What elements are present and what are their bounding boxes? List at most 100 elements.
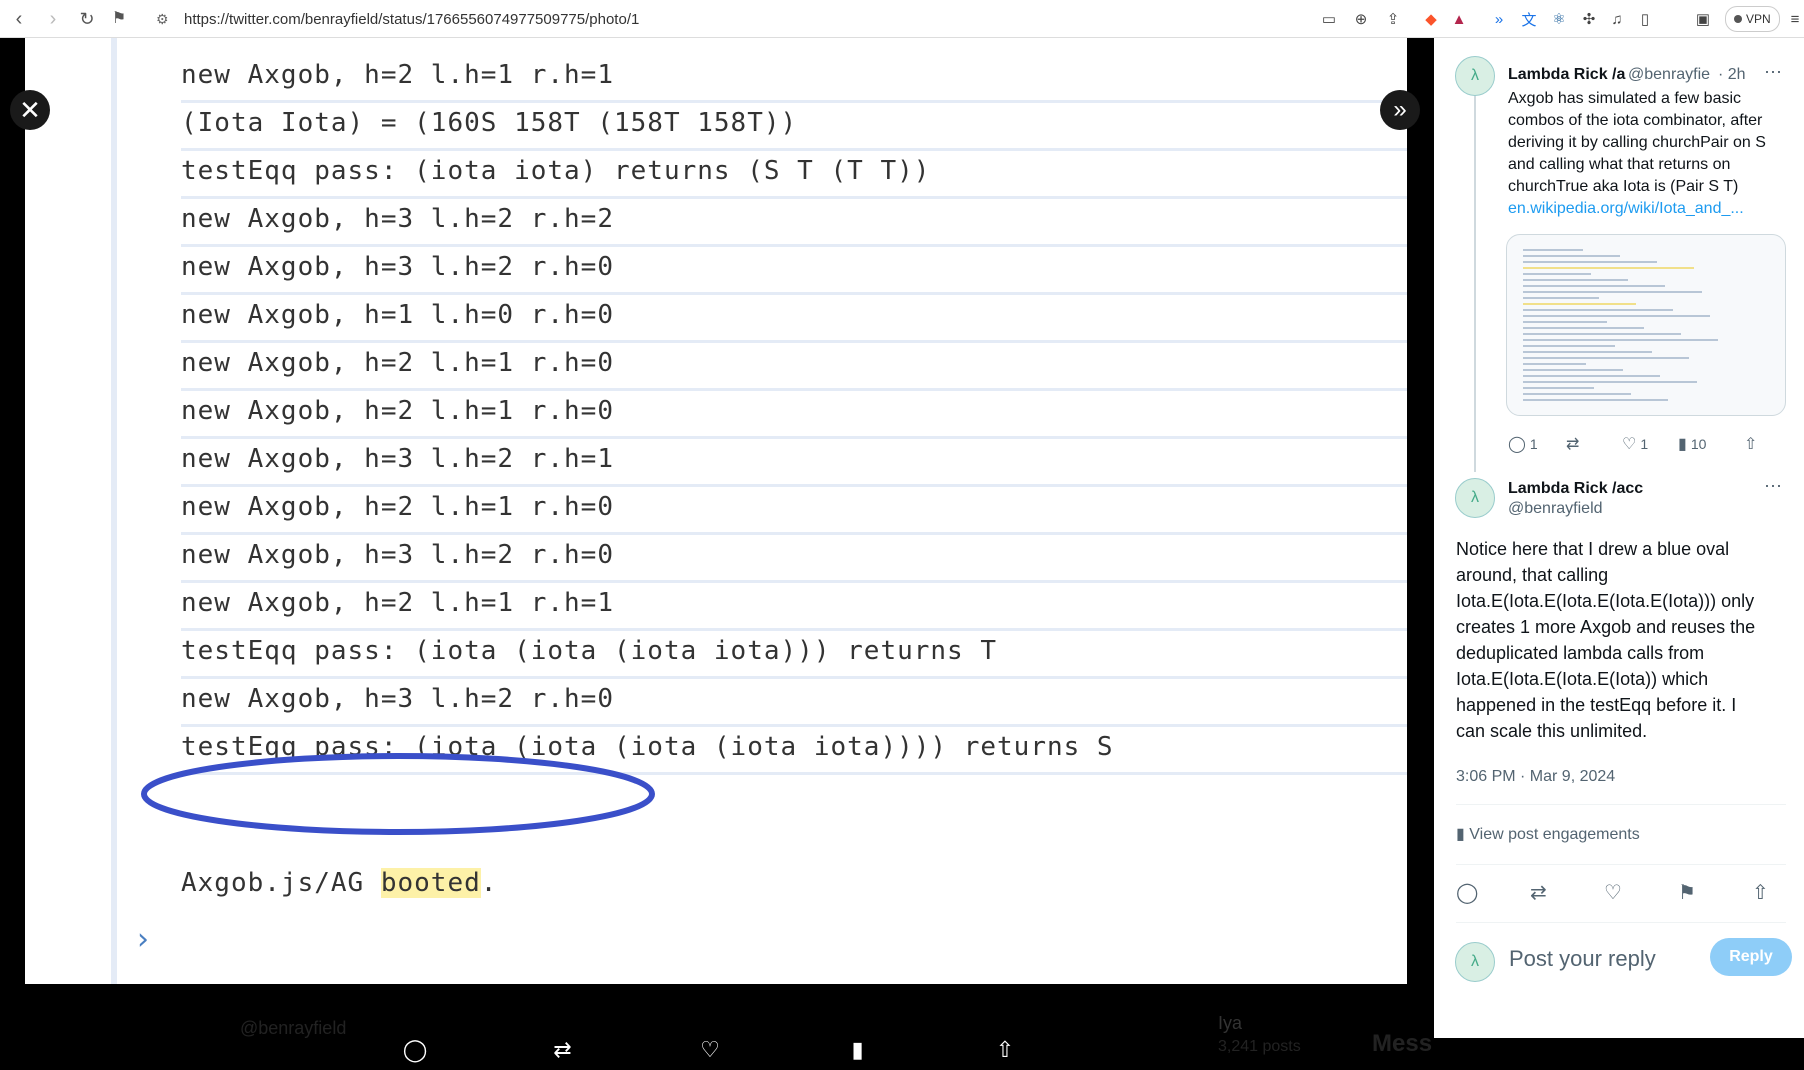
console-log-line: (Iota Iota) = (160S 158T (158T 158T)) [181,108,798,138]
wikipedia-link[interactable]: en.wikipedia.org/wiki/Iota_and_... [1508,198,1798,220]
share-icon[interactable]: ⇧ [1752,880,1769,905]
bookmark-icon[interactable]: ⚑ [106,6,132,32]
back-icon[interactable]: ‹ [6,6,32,32]
address-bar[interactable]: ⚙ https://twitter.com/benrayfield/status… [148,5,1298,33]
background-posts: 3,241 posts [1218,1038,1301,1055]
parent-author-name[interactable]: Lambda Rick /ac [1508,66,1626,84]
photo-action-bar: ◯ ⇄ ♡ ▮ ⇧ [400,1030,1020,1070]
share-icon: ⇧ [1744,436,1758,453]
main-text-line: happened in the testEqq before it. I [1456,695,1737,715]
react-devtools-icon[interactable]: ⚛ [1548,8,1570,30]
console-separator [181,196,1407,199]
close-icon[interactable]: ✕ [10,90,50,130]
views-icon[interactable]: ▮ [843,1037,873,1063]
like-icon[interactable]: ♡ [1604,880,1622,905]
thumbnail-row [1523,309,1673,311]
booted-suffix: . [480,868,498,898]
parent-like-stat[interactable]: ♡ 1 [1622,434,1648,454]
parent-text-line: combos of the iota combinator, after [1508,112,1763,129]
site-settings-icon[interactable]: ⚙ [156,11,169,28]
console-separator [181,724,1407,727]
retweet-icon[interactable]: ⇄ [1530,880,1547,905]
parent-author-handle[interactable]: @benrayfie [1628,66,1710,84]
console-separator [181,148,1407,151]
parent-views-stat[interactable]: ▮ 10 [1678,434,1706,454]
console-gutter [111,38,117,984]
console-separator [181,580,1407,583]
console-log-line: new Axgob, h=2 l.h=1 r.h=1 [181,60,614,90]
photo-viewer: new Axgob, h=2 l.h=1 r.h=1 (Iota Iota) = … [0,38,1434,1062]
console-log-line: new Axgob, h=3 l.h=2 r.h=0 [181,540,614,570]
thumbnail-row [1523,297,1599,299]
view-engagements-link[interactable]: ▮ View post engagements [1456,824,1640,844]
divider [1456,804,1786,805]
main-text-line: Notice here that I drew a blue oval [1456,539,1730,559]
vpn-button[interactable]: VPN [1725,6,1780,32]
parent-text-line: Axgob has simulated a few basic [1508,90,1742,107]
thumbnail-row [1523,333,1681,335]
share-icon[interactable]: ⇧ [990,1037,1020,1063]
reply-input[interactable]: Post your reply [1509,946,1656,972]
retweet-icon[interactable]: ⇄ [548,1037,578,1063]
console-log-line: new Axgob, h=2 l.h=1 r.h=0 [181,396,614,426]
main-text-line: deduplicated lambda calls from [1456,643,1705,663]
menu-icon[interactable]: ≡ [1784,8,1804,30]
background-messages: Mess [1372,1030,1433,1057]
brave-rewards-icon[interactable]: ▲ [1448,8,1470,30]
zoom-icon[interactable]: ⊕ [1350,8,1372,30]
thumbnail-row [1523,315,1710,317]
main-text-line: creates 1 more Axgob and reuses the [1456,617,1756,637]
reload-icon[interactable]: ↻ [74,6,100,32]
extension-icon[interactable]: » [1488,8,1510,30]
parent-reply-stat[interactable]: ◯ 1 [1508,434,1538,454]
bookmark-icon[interactable]: ⚑ [1678,880,1696,905]
reply-icon[interactable]: ◯ [1456,880,1478,905]
console-separator [181,676,1407,679]
post-timestamp[interactable]: 3:06 PM · Mar 9, 2024 [1456,768,1615,786]
console-log-line: testEqq pass: (iota iota) returns (S T (… [181,156,931,186]
avatar[interactable]: λ [1455,56,1495,96]
console-log-line: new Axgob, h=1 l.h=0 r.h=0 [181,300,614,330]
more-icon[interactable]: ⋯ [1764,62,1782,83]
console-log-line: new Axgob, h=3 l.h=2 r.h=2 [181,204,614,234]
parent-text-line: deriving it by calling churchPair on S [1508,134,1766,151]
sidebar-icon[interactable]: ▯ [1634,8,1656,30]
brave-shields-icon[interactable]: ◆ [1420,8,1442,30]
parent-retweet-stat[interactable]: ⇄ [1566,434,1579,454]
console-separator [181,100,1407,103]
extensions-icon[interactable]: ✣ [1578,8,1600,30]
background-name: Iya [1218,1013,1243,1033]
divider [1456,864,1786,865]
more-icon[interactable]: ⋯ [1764,476,1782,497]
avatar: λ [1455,942,1495,982]
collapse-panel-icon[interactable]: » [1380,90,1420,130]
reply-icon[interactable]: ◯ [400,1037,430,1063]
thumbnail-row [1523,357,1689,359]
url-text: https://twitter.com/benrayfield/status/1… [184,10,640,28]
thumbnail-row [1523,345,1615,347]
wallet-icon[interactable]: ▣ [1692,8,1714,30]
reply-count: 1 [1529,436,1538,452]
main-author-name[interactable]: Lambda Rick /acc [1508,480,1643,498]
main-text-line: can scale this unlimited. [1456,721,1648,741]
divider [1456,922,1786,923]
media-icon[interactable]: ♫ [1606,8,1628,30]
cast-icon[interactable]: ▭ [1318,8,1340,30]
engagements-label: View post engagements [1469,826,1640,843]
forward-icon[interactable]: › [40,6,66,32]
console-separator [181,436,1407,439]
like-icon[interactable]: ♡ [695,1037,725,1063]
share-icon[interactable]: ⇪ [1382,8,1404,30]
thumbnail-row [1523,267,1694,269]
console-log-line: new Axgob, h=3 l.h=2 r.h=1 [181,444,614,474]
parent-post-age[interactable]: · 2h [1718,66,1746,84]
main-text-line: around, that calling [1456,565,1609,585]
attached-screenshot[interactable] [1506,234,1786,416]
main-author-handle[interactable]: @benrayfield [1508,500,1603,518]
avatar[interactable]: λ [1455,478,1495,518]
reply-button[interactable]: Reply [1710,938,1792,976]
parent-share-stat[interactable]: ⇧ [1744,434,1757,454]
thumbnail-row [1523,339,1718,341]
console-log-line: new Axgob, h=3 l.h=2 r.h=0 [181,684,614,714]
translate-icon[interactable]: 文 [1518,8,1540,30]
